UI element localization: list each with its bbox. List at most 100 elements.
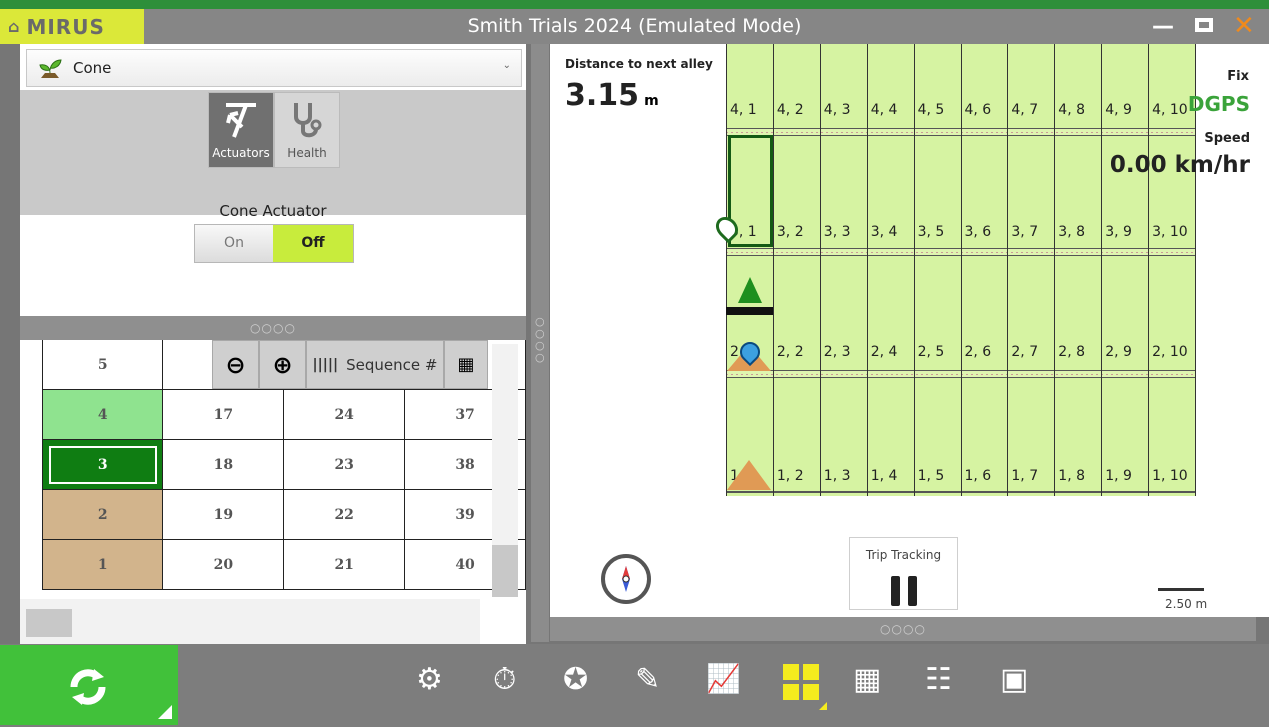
close-button[interactable]: ✕ — [1233, 9, 1255, 44]
toggle-off-option[interactable]: Off — [273, 225, 353, 262]
table-row: 4 17 24 37 — [41, 389, 526, 440]
zoom-in-icon: ⊕ — [272, 350, 293, 379]
plot-label: 1, 4 — [870, 468, 898, 484]
table-row: 2 19 22 39 — [41, 489, 526, 540]
vehicle-arrow-icon — [738, 277, 762, 303]
plot-label: 3, 2 — [776, 224, 804, 240]
plot-column-divider — [819, 44, 821, 496]
table-cell[interactable]: 5 — [41, 340, 164, 390]
plot-label: 2, 6 — [964, 344, 992, 360]
splitter-dots: ○ ○ ○ ○ — [535, 315, 545, 364]
minimize-button[interactable]: — — [1152, 9, 1174, 44]
plot-label: 1, 5 — [917, 468, 945, 484]
plot-label: 4, 9 — [1105, 102, 1132, 118]
zoom-in-button[interactable]: ⊕ — [259, 340, 306, 389]
table-cell[interactable]: 22 — [283, 489, 406, 540]
chart-button[interactable]: 📈 — [706, 662, 746, 702]
cone-actuator-label: Cone Actuator — [219, 202, 327, 220]
plot-label: 2, 9 — [1105, 344, 1132, 360]
cone-actuator-toggle[interactable]: On Off — [194, 224, 354, 263]
window-title: Smith Trials 2024 (Emulated Mode) — [467, 15, 802, 37]
table-scrollbar-track — [20, 599, 480, 644]
map-view-button[interactable]: ▦ — [444, 340, 488, 389]
map-footer-splitter[interactable]: ○○○○ — [550, 617, 1256, 641]
plot-label: 1, 2 — [776, 468, 804, 484]
dropdown-value: Cone — [73, 59, 112, 77]
table-cell[interactable]: 20 — [162, 539, 285, 590]
plot-label: 4, 6 — [964, 102, 992, 118]
plot-column-divider — [960, 44, 962, 496]
settings-gears-button[interactable]: ⚙ — [416, 662, 456, 702]
pencil-icon: ✎ — [635, 662, 661, 697]
plot-label: 1, 6 — [964, 468, 992, 484]
table-cell[interactable]: 19 — [162, 489, 285, 540]
navigation-button[interactable]: ✪ — [563, 662, 603, 702]
plot-label: 4, 4 — [870, 102, 898, 118]
plot-label: 2, 3 — [823, 344, 851, 360]
plot-label: 3, 10 — [1152, 224, 1188, 240]
home-logo-button[interactable]: ⌂ MIRUS — [0, 9, 144, 44]
chart-icon: 📈 — [706, 662, 741, 695]
refresh-button[interactable] — [0, 645, 178, 725]
plot-label: 2, 7 — [1011, 344, 1039, 360]
tab-actuators-label: Actuators — [212, 146, 270, 160]
vertical-splitter[interactable]: ○ ○ ○ ○ — [531, 44, 549, 642]
horizontal-scrollbar-thumb[interactable] — [26, 609, 72, 637]
plot-label: 2, 5 — [917, 344, 945, 360]
table-cell[interactable]: 1 — [41, 539, 164, 590]
table-cell[interactable]: 23 — [283, 439, 406, 490]
table-row: 1 20 21 40 — [41, 539, 526, 590]
table-cell[interactable]: 4 — [41, 389, 164, 440]
plot-grid[interactable]: 4, 1 4, 2 4, 3 4, 4 4, 5 4, 6 4, 7 4, 8 4, 9 4, 1… — [711, 44, 1196, 496]
plot-label: 1, 10 — [1152, 468, 1188, 484]
scrollbar-thumb[interactable] — [492, 545, 518, 597]
sequence-button[interactable]: ||||| Sequence # — [306, 340, 444, 389]
compass-icon: ✪ — [563, 662, 589, 697]
compass-icon — [622, 566, 630, 592]
table-cell[interactable]: 2 — [41, 489, 164, 540]
plot-label: 4, 1 — [730, 102, 757, 118]
table-cell[interactable]: 18 — [162, 439, 285, 490]
plot-column-divider — [1007, 44, 1009, 496]
scale-bar — [1158, 588, 1204, 591]
keypad-button[interactable]: ▣ — [1000, 662, 1040, 702]
plot-label: 2, 2 — [776, 344, 804, 360]
plot-label: 3, 8 — [1058, 224, 1086, 240]
corner-indicator-icon — [158, 705, 172, 719]
plot-label: 4, 8 — [1058, 102, 1086, 118]
map-icon: ▦ — [853, 662, 882, 697]
plot-label: 4, 7 — [1011, 102, 1039, 118]
pause-icon — [890, 576, 917, 606]
panel-splitter[interactable]: ○○○○ — [20, 316, 526, 340]
tool-tab-bar: Actuators Health — [20, 90, 526, 215]
plot-label: 1, 9 — [1105, 468, 1132, 484]
toggle-on-option[interactable]: On — [195, 225, 273, 262]
table-cell[interactable]: 24 — [283, 389, 406, 440]
fix-value: DGPS — [1187, 92, 1250, 116]
plot-label: 3, 3 — [823, 224, 851, 240]
maximize-button[interactable] — [1195, 18, 1213, 32]
distance-unit: m — [644, 93, 659, 109]
table-cell[interactable]: 17 — [162, 389, 285, 440]
table-cell-selected[interactable]: 3 — [41, 439, 164, 490]
timer-button[interactable]: ⏱ — [493, 662, 533, 702]
implement-dropdown[interactable]: Cone ⌄ — [26, 49, 522, 87]
trip-tracking-button[interactable]: Trip Tracking — [849, 537, 958, 610]
table-view-button[interactable]: ☷ — [925, 662, 965, 702]
plot-column-divider — [1101, 44, 1103, 496]
edit-button[interactable]: ✎ — [635, 662, 675, 702]
tab-health[interactable]: Health — [274, 92, 340, 168]
tab-actuators[interactable]: Actuators — [208, 92, 274, 168]
plot-label: 1, 3 — [823, 468, 851, 484]
field-map-button[interactable]: ▦ — [853, 662, 893, 702]
table-cell[interactable]: 21 — [283, 539, 406, 590]
layout-grid-button[interactable] — [781, 662, 827, 710]
tab-pointer — [229, 171, 251, 183]
zoom-out-button[interactable]: ⊖ — [212, 340, 259, 389]
tab-health-label: Health — [287, 146, 327, 160]
compass-button[interactable] — [601, 554, 651, 604]
stopwatch-icon: ⏱ — [493, 662, 517, 697]
stethoscope-icon — [294, 103, 322, 138]
gears-icon: ⚙ — [416, 662, 443, 697]
plot-column-divider — [726, 44, 727, 496]
